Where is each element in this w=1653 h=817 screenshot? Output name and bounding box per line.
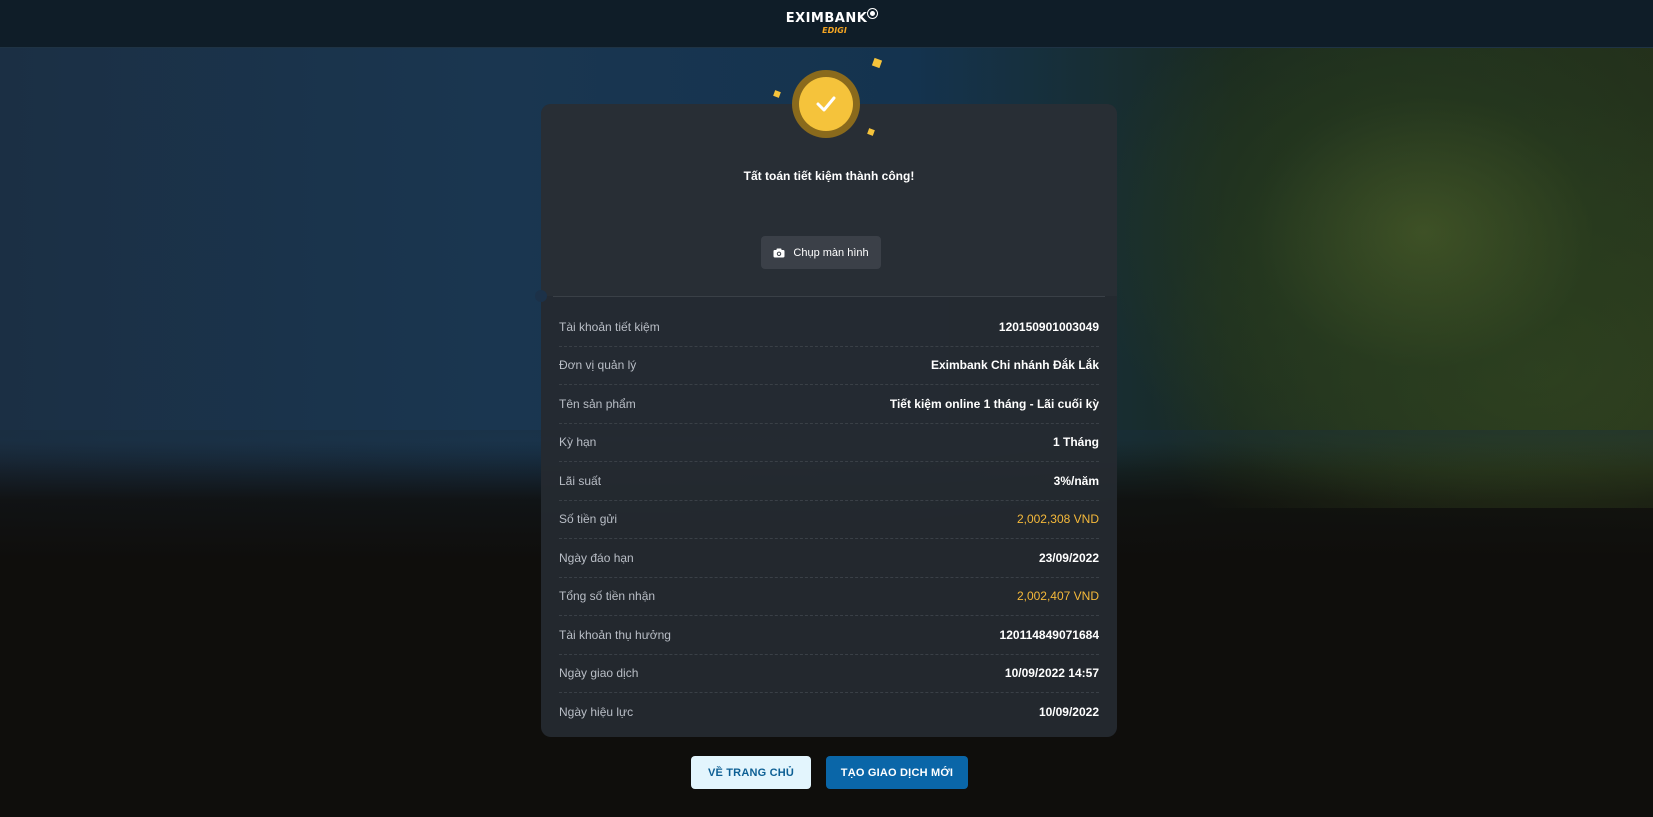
detail-label: Đơn vị quản lý (559, 358, 637, 373)
detail-value: 120150901003049 (998, 319, 1099, 334)
card-notch (535, 290, 547, 302)
screenshot-button[interactable]: Chụp màn hình (761, 236, 881, 269)
detail-label: Ngày đáo hạn (559, 550, 634, 565)
detail-value: 120114849071684 (999, 627, 1099, 642)
top-header: EXIMBANK EDIGI (0, 0, 1653, 48)
detail-value: 10/09/2022 (1038, 705, 1099, 720)
check-icon (799, 77, 853, 131)
detail-label: Tên sản phẩm (559, 396, 636, 411)
detail-value: 1 Tháng (1052, 435, 1099, 450)
camera-icon (773, 248, 785, 258)
new-transaction-button[interactable]: TẠO GIAO DỊCH MỚI (826, 756, 968, 789)
logo-text-main: EXIMBANK (785, 11, 868, 26)
logo-mark-icon (868, 9, 878, 18)
eximbank-logo[interactable]: EXIMBANK EDIGI (785, 9, 878, 35)
detail-label: Ngày giao dịch (559, 666, 639, 681)
detail-row-term: Kỳ hạn 1 Tháng (559, 424, 1099, 462)
detail-row-product-name: Tên sản phẩm Tiết kiệm online 1 tháng - … (559, 385, 1099, 424)
detail-value: 3%/năm (1053, 473, 1099, 488)
back-to-home-button[interactable]: VỀ TRANG CHỦ (691, 756, 811, 789)
detail-row-beneficiary-account: Tài khoản thụ hưởng 120114849071684 (559, 616, 1099, 655)
screenshot-button-label: Chụp màn hình (793, 246, 869, 259)
detail-label: Kỳ hạn (559, 435, 597, 450)
detail-row-savings-account: Tài khoản tiết kiệm 120150901003049 (559, 308, 1099, 347)
detail-label: Số tiền gửi (559, 512, 618, 527)
detail-row-total-received: Tổng số tiền nhận 2,002,407 VND (559, 578, 1099, 616)
detail-row-effective-date: Ngày hiệu lực 10/09/2022 (559, 693, 1099, 732)
detail-label: Tài khoản thụ hưởng (559, 627, 671, 642)
success-title: Tất toán tiết kiệm thành công! (743, 169, 915, 183)
detail-value: 10/09/2022 14:57 (1004, 666, 1099, 681)
detail-value: 23/09/2022 (1038, 550, 1099, 565)
logo-text-sub: EDIGI (822, 26, 847, 35)
detail-row-managing-branch: Đơn vị quản lý Eximbank Chi nhánh Đắk Lắ… (559, 347, 1099, 385)
detail-label: Tổng số tiền nhận (559, 589, 656, 604)
detail-row-interest-rate: Lãi suất 3%/năm (559, 462, 1099, 501)
detail-label: Lãi suất (559, 473, 602, 488)
detail-value: Eximbank Chi nhánh Đắk Lắk (930, 358, 1099, 373)
result-card: Tất toán tiết kiệm thành công! Chụp màn … (535, 57, 1117, 737)
detail-row-maturity-date: Ngày đáo hạn 23/09/2022 (559, 539, 1099, 578)
detail-label: Tài khoản tiết kiệm (559, 319, 660, 334)
transaction-details: Tài khoản tiết kiệm 120150901003049 Đơn … (559, 308, 1099, 732)
success-badge (792, 70, 860, 138)
detail-value: Tiết kiệm online 1 tháng - Lãi cuối kỳ (889, 396, 1099, 411)
detail-row-deposit-amount: Số tiền gửi 2,002,308 VND (559, 501, 1099, 539)
detail-value-amount: 2,002,308 VND (1016, 512, 1099, 527)
detail-label: Ngày hiệu lực (559, 705, 634, 720)
detail-value-amount: 2,002,407 VND (1016, 589, 1099, 604)
card-divider (553, 296, 1105, 297)
detail-row-transaction-date: Ngày giao dịch 10/09/2022 14:57 (559, 655, 1099, 693)
